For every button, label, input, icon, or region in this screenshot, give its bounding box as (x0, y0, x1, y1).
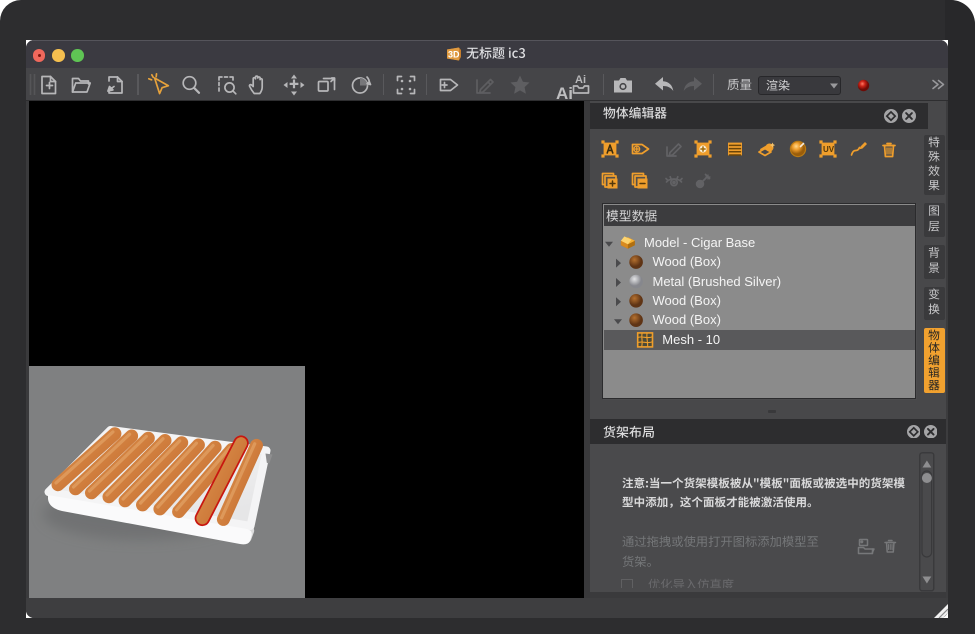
svg-text:3D: 3D (448, 50, 460, 60)
svg-text:Ai: Ai (575, 74, 586, 86)
